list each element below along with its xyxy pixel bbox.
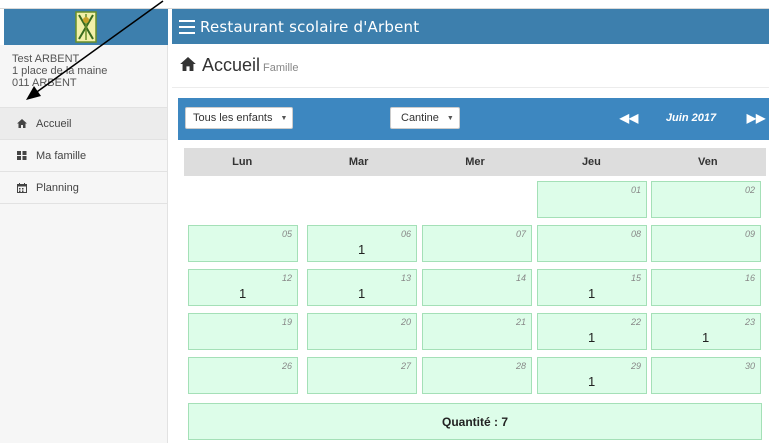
calendar-day-cell[interactable]: 29 1 <box>537 357 647 394</box>
calendar-day-cell[interactable]: 01 <box>537 181 647 218</box>
calendar-day-cell[interactable]: 30 <box>651 357 761 394</box>
day-number: 02 <box>744 185 755 195</box>
prev-month-button[interactable]: ◀◀ <box>614 107 644 129</box>
user-info: Test ARBENT 1 place de la maine 011 ARBE… <box>0 45 167 108</box>
day-number: 15 <box>630 273 641 283</box>
calendar-day-cell[interactable]: 22 1 <box>537 313 647 350</box>
day-number: 01 <box>630 185 641 195</box>
page-title-text: Accueil <box>202 55 261 75</box>
home-icon <box>180 56 196 76</box>
calendar-day-cell[interactable]: 12 1 <box>188 269 298 306</box>
calendar-day-cell[interactable]: 23 1 <box>651 313 761 350</box>
day-number: 27 <box>400 361 411 371</box>
day-number: 29 <box>630 361 641 371</box>
calendar-day-cell[interactable]: 26 <box>188 357 298 394</box>
children-select[interactable]: Tous les enfants ▼ <box>185 107 293 129</box>
calendar-icon <box>16 182 28 193</box>
day-number: 09 <box>744 229 755 239</box>
day-number: 23 <box>744 317 755 327</box>
page-subtitle: Famille <box>263 62 299 74</box>
children-select-value: Tous les enfants <box>193 112 273 124</box>
day-number: 08 <box>630 229 641 239</box>
weekday-label: Lun <box>232 156 253 168</box>
calendar-day-cell[interactable]: 28 <box>422 357 532 394</box>
calendar-day-cell[interactable]: 21 <box>422 313 532 350</box>
weekday-header: Lun Mar Mer Jeu Ven <box>184 148 766 176</box>
day-number: 26 <box>281 361 292 371</box>
weekday-label: Mer <box>465 156 485 168</box>
weekday-label: Mar <box>348 156 369 168</box>
next-month-button[interactable]: ▶▶ <box>741 107 769 129</box>
day-number: 05 <box>281 229 292 239</box>
day-number: 12 <box>281 273 292 283</box>
calendar-day-cell[interactable]: 14 <box>422 269 532 306</box>
sidebar: Test ARBENT 1 place de la maine 011 ARBE… <box>0 45 168 443</box>
calendar-day-cell[interactable]: 02 <box>651 181 761 218</box>
calendar-day-cell[interactable]: 16 <box>651 269 761 306</box>
calendar-toolbar: Tous les enfants ▼ Cantine ▼ ◀◀ Juin 201… <box>178 98 769 140</box>
day-number: 16 <box>744 273 755 283</box>
calendar-day-cell[interactable]: 13 1 <box>307 269 417 306</box>
day-number: 21 <box>515 317 526 327</box>
menu-icon[interactable] <box>176 19 198 35</box>
day-number: 19 <box>281 317 292 327</box>
calendar-day-cell[interactable]: 05 <box>188 225 298 262</box>
day-number: 30 <box>744 361 755 371</box>
calendar-day-cell[interactable]: 07 <box>422 225 532 262</box>
day-quantity: 1 <box>702 330 710 345</box>
double-chevron-right-icon: ▶▶ <box>746 111 766 125</box>
user-name: Test ARBENT <box>12 53 80 65</box>
day-quantity: 1 <box>358 286 366 301</box>
user-city: 011 ARBENT <box>12 77 77 89</box>
sidebar-item-ma-famille[interactable]: Ma famille <box>0 140 167 172</box>
weekday-label: Ven <box>698 156 718 168</box>
day-quantity: 1 <box>588 374 596 389</box>
day-number: 14 <box>515 273 526 283</box>
day-quantity: 1 <box>588 286 596 301</box>
day-quantity: 1 <box>239 286 247 301</box>
calendar-day-cell[interactable]: 19 <box>188 313 298 350</box>
caret-down-icon: ▼ <box>446 114 454 122</box>
caret-down-icon: ▼ <box>280 114 288 122</box>
user-address: 1 place de la maine <box>12 65 108 77</box>
day-number: 13 <box>400 273 411 283</box>
calendar-day-cell[interactable]: 08 <box>537 225 647 262</box>
top-strip <box>0 0 769 9</box>
calendar-day-cell[interactable]: 27 <box>307 357 417 394</box>
day-number: 07 <box>515 229 526 239</box>
day-quantity: 1 <box>588 330 596 345</box>
logo-icon <box>75 11 97 43</box>
service-select[interactable]: Cantine ▼ <box>390 107 460 129</box>
day-number: 06 <box>400 229 411 239</box>
calendar-day-cell[interactable]: 20 <box>307 313 417 350</box>
sidebar-item-accueil[interactable]: Accueil <box>0 108 167 140</box>
calendar-day-cell[interactable]: 06 1 <box>307 225 417 262</box>
home-icon <box>16 119 28 128</box>
logo <box>4 9 168 45</box>
current-month: Juin 2017 <box>665 112 717 124</box>
day-quantity: 1 <box>358 242 366 257</box>
sidebar-item-label: Ma famille <box>36 149 87 162</box>
sidebar-item-planning[interactable]: Planning <box>0 172 167 204</box>
day-number: 22 <box>630 317 641 327</box>
page-title: Accueil Famille <box>172 44 769 88</box>
app-header: Restaurant scolaire d'Arbent <box>172 9 769 44</box>
family-icon <box>16 151 28 160</box>
service-select-value: Cantine <box>401 112 439 124</box>
day-number: 28 <box>515 361 526 371</box>
sidebar-item-label: Planning <box>36 181 79 194</box>
calendar-day-cell[interactable]: 09 <box>651 225 761 262</box>
double-chevron-left-icon: ◀◀ <box>619 111 639 125</box>
day-number: 20 <box>400 317 411 327</box>
sidebar-item-label: Accueil <box>36 117 72 130</box>
weekday-label: Jeu <box>581 156 601 168</box>
quantity-total: Quantité : 7 <box>188 403 762 440</box>
app-title: Restaurant scolaire d'Arbent <box>200 17 420 36</box>
calendar-day-cell[interactable]: 15 1 <box>537 269 647 306</box>
